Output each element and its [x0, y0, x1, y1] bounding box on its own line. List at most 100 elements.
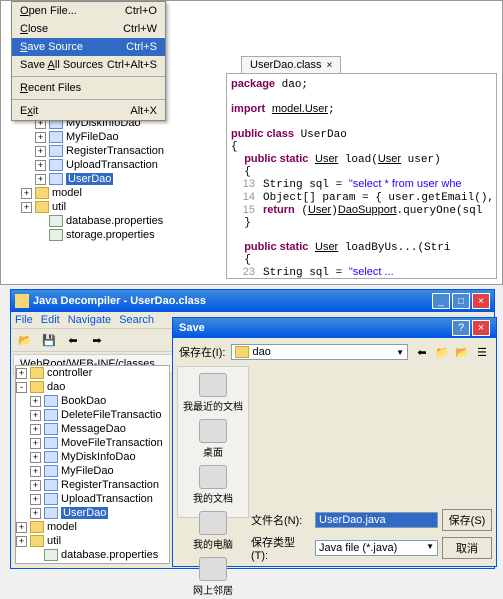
dialog-close-button[interactable]: × [472, 320, 490, 336]
tree-label: BookDao [61, 395, 106, 407]
tree-node[interactable]: + DeleteFileTransactio [30, 408, 169, 422]
menu-item[interactable]: ExitAlt+X [12, 102, 165, 120]
tree-node[interactable]: database.properties [30, 548, 169, 562]
expand-icon[interactable]: + [30, 466, 41, 477]
filename-input[interactable]: UserDao.java [315, 512, 438, 528]
menu-file[interactable]: File [15, 314, 33, 326]
back-nav-icon[interactable]: ⬅ [414, 344, 430, 360]
class-icon [44, 465, 58, 477]
menu-item[interactable]: Save All SourcesCtrl+Alt+S [12, 56, 165, 74]
back-icon[interactable]: ⬅ [63, 331, 83, 349]
save-icon[interactable]: 💾 [39, 331, 59, 349]
nav-icons: ⬅ 📁 📂 ☰ [414, 344, 490, 360]
expand-icon[interactable]: + [30, 480, 41, 491]
expand-icon[interactable]: + [35, 160, 46, 171]
close-button[interactable]: × [472, 293, 490, 309]
tree-label: model [52, 187, 82, 199]
tree-label: MyDiskInfoDao [61, 451, 136, 463]
tree-node[interactable]: +UserDao [35, 172, 201, 186]
tree-label: MoveFileTransaction [61, 437, 163, 449]
expand-icon[interactable]: + [21, 202, 32, 213]
places-item[interactable]: 我的电脑 [191, 509, 235, 553]
open-icon[interactable]: 📂 [15, 331, 35, 349]
tree-node[interactable]: +RegisterTransaction [30, 478, 169, 492]
menu-item[interactable]: Save SourceCtrl+S [12, 38, 165, 56]
tree-node[interactable]: + MessageDao [30, 422, 169, 436]
lookin-row: 保存在(I): dao ▼ ⬅ 📁 📂 ☰ [173, 338, 496, 366]
tree-node[interactable]: database.properties [35, 214, 201, 228]
close-icon[interactable]: × [327, 60, 333, 71]
tree-label: DeleteFileTransactio [61, 409, 161, 421]
maximize-button[interactable]: □ [452, 293, 470, 309]
expand-icon[interactable]: + [35, 174, 46, 185]
dialog-title: Save [179, 322, 450, 334]
expand-icon[interactable]: + [30, 410, 41, 421]
menu-item[interactable]: CloseCtrl+W [12, 20, 165, 38]
tree-node[interactable]: +UploadTransaction [35, 158, 201, 172]
expand-icon[interactable]: + [30, 508, 41, 519]
save-bottom: 文件名(N): UserDao.java 保存(S) 保存类型(T): Java… [251, 506, 492, 562]
tree-label: UserDao [61, 507, 108, 519]
menu-search[interactable]: Search [119, 314, 154, 326]
tree-node[interactable]: +MyFileDao [30, 464, 169, 478]
tree-label: database.properties [66, 215, 163, 227]
tree-node[interactable]: storage.properties [35, 228, 201, 242]
tree-node[interactable]: + model [21, 186, 201, 200]
expand-icon[interactable]: - [16, 382, 27, 393]
menu-edit[interactable]: Edit [41, 314, 60, 326]
places-item[interactable]: 网上邻居 [191, 555, 235, 599]
tree-node[interactable]: +util [21, 200, 201, 214]
tree-node[interactable]: + UserDao [30, 506, 169, 520]
place-icon [199, 465, 227, 489]
places-item[interactable]: 桌面 [197, 417, 229, 461]
expand-icon[interactable]: + [16, 536, 27, 547]
editor-tab[interactable]: UserDao.class × [241, 56, 341, 73]
expand-icon[interactable]: + [30, 424, 41, 435]
tree-node[interactable]: -dao [16, 380, 169, 394]
expand-icon[interactable]: + [35, 132, 46, 143]
expand-icon[interactable]: + [30, 494, 41, 505]
class-icon [49, 131, 63, 143]
tree-node[interactable]: + MyDiskInfoDao [30, 450, 169, 464]
menu-item[interactable]: Open File...Ctrl+O [12, 2, 165, 20]
expand-icon[interactable]: + [30, 396, 41, 407]
up-folder-icon[interactable]: 📁 [434, 344, 450, 360]
view-menu-icon[interactable]: ☰ [474, 344, 490, 360]
chevron-down-icon[interactable]: ▼ [396, 348, 404, 357]
tree-node[interactable]: +controller [16, 366, 169, 380]
places-item[interactable]: 我的文档 [191, 463, 235, 507]
cancel-button[interactable]: 取消 [442, 537, 492, 559]
tree-node[interactable]: + MoveFileTransaction [30, 436, 169, 450]
tree-node[interactable]: +UploadTransaction [30, 492, 169, 506]
help-button[interactable]: ? [452, 320, 470, 336]
expand-icon[interactable]: + [16, 522, 27, 533]
tree-node[interactable]: + BookDao [30, 394, 169, 408]
expand-icon[interactable]: + [21, 188, 32, 199]
expand-icon[interactable]: + [35, 146, 46, 157]
lookin-combo[interactable]: dao ▼ [231, 344, 408, 360]
expand-icon[interactable]: + [30, 452, 41, 463]
tree-node[interactable]: +util [16, 534, 169, 548]
filetype-combo[interactable]: Java file (*.java)▼ [315, 540, 438, 556]
tree-node[interactable]: +model [16, 520, 169, 534]
expand-icon[interactable]: + [16, 368, 27, 379]
save-button[interactable]: 保存(S) [442, 509, 492, 531]
folder-icon [35, 187, 49, 199]
tree-label: RegisterTransaction [66, 145, 164, 157]
tree-label: MessageDao [61, 423, 126, 435]
tree-node[interactable]: +MyFileDao [35, 130, 201, 144]
new-folder-icon[interactable]: 📂 [454, 344, 470, 360]
file-menu-dropdown: Open File...Ctrl+OCloseCtrl+WSave Source… [11, 1, 166, 121]
menu-navigate[interactable]: Navigate [68, 314, 111, 326]
tree-node[interactable]: storage.properties [30, 562, 169, 564]
class-icon [49, 173, 63, 185]
expand-icon[interactable]: + [30, 438, 41, 449]
minimize-button[interactable]: _ [432, 293, 450, 309]
app-icon [15, 294, 29, 308]
places-item[interactable]: 我最近的文档 [181, 371, 245, 415]
forward-icon[interactable]: ➡ [87, 331, 107, 349]
chevron-down-icon[interactable]: ▼ [426, 542, 434, 554]
code-editor[interactable]: package dao; import model.User; public c… [226, 73, 497, 279]
tree-node[interactable]: + RegisterTransaction [35, 144, 201, 158]
menu-item[interactable]: Recent Files [12, 79, 165, 97]
